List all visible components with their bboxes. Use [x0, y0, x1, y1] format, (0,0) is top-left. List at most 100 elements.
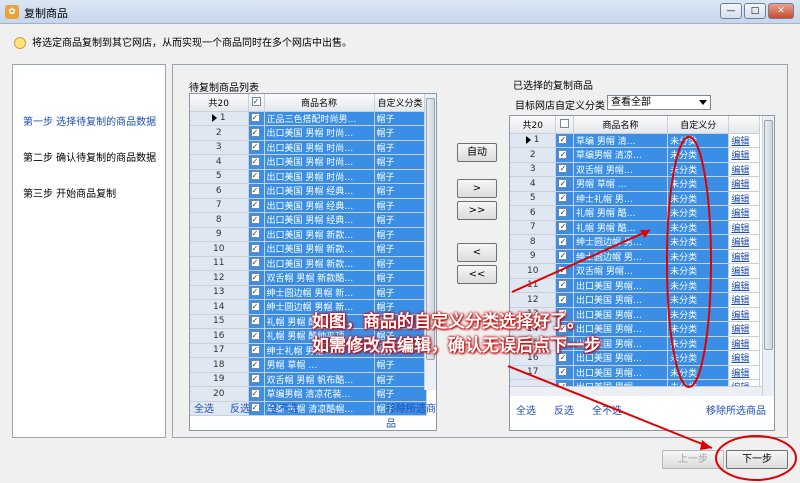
- edit-link[interactable]: 编辑: [728, 292, 760, 308]
- row-checkbox[interactable]: ✓: [555, 249, 574, 264]
- right-scroll-thumb[interactable]: [764, 120, 773, 350]
- row-checkbox[interactable]: ✓: [248, 227, 265, 242]
- table-row[interactable]: 9 ✓ 绅士圆边帽 男… 未分类 编辑: [510, 249, 760, 264]
- row-checkbox[interactable]: ✓: [248, 111, 265, 126]
- table-row[interactable]: 10 ✓ 出口美国 男帽 新款… 帽子: [190, 241, 427, 257]
- next-button[interactable]: 下一步: [726, 450, 788, 469]
- edit-link[interactable]: 编辑: [728, 176, 760, 192]
- table-row[interactable]: 1 ✓ 正品三色搭配时尚男… 帽子: [190, 111, 427, 126]
- edit-link-text[interactable]: 编辑: [731, 296, 749, 306]
- row-checkbox[interactable]: ✓: [248, 270, 265, 286]
- row-checkbox[interactable]: ✓: [555, 292, 574, 308]
- row-checkbox[interactable]: ✓: [248, 386, 265, 402]
- row-checkbox[interactable]: ✓: [555, 278, 574, 293]
- add-button[interactable]: >: [457, 179, 497, 198]
- table-row[interactable]: 10 ✓ 双舌帽 男帽… 未分类 编辑: [510, 263, 760, 279]
- edit-link[interactable]: 编辑: [728, 336, 760, 351]
- table-row[interactable]: 18 ✓ 男帽 草帽 … 帽子: [190, 357, 427, 373]
- edit-link[interactable]: 编辑: [728, 307, 760, 322]
- row-checkbox[interactable]: ✓: [555, 147, 574, 163]
- table-row[interactable]: 8 ✓ 出口美国 男帽 经典… 帽子: [190, 212, 427, 228]
- row-checkbox[interactable]: ✓: [248, 212, 265, 228]
- edit-link[interactable]: 编辑: [728, 321, 760, 337]
- edit-link-text[interactable]: 编辑: [731, 267, 749, 277]
- edit-link[interactable]: 编辑: [728, 205, 760, 221]
- row-checkbox[interactable]: ✓: [248, 198, 265, 213]
- left-select-all-link[interactable]: 全选: [194, 400, 214, 415]
- table-row[interactable]: 17 ✓ 出口美国 男帽… 未分类 编辑: [510, 365, 760, 380]
- table-row[interactable]: 4 ✓ 出口美国 男帽 时尚… 帽子: [190, 154, 427, 170]
- edit-link-text[interactable]: 编辑: [731, 195, 749, 205]
- close-button[interactable]: ✕: [768, 3, 794, 19]
- maximize-button[interactable]: □: [744, 3, 766, 19]
- row-checkbox[interactable]: ✓: [248, 401, 265, 416]
- table-row[interactable]: 2 ✓ 出口美国 男帽 时尚… 帽子: [190, 125, 427, 141]
- edit-link[interactable]: 编辑: [728, 133, 760, 148]
- row-checkbox[interactable]: ✓: [248, 256, 265, 271]
- row-checkbox[interactable]: ✓: [248, 125, 265, 141]
- select-all-checkbox[interactable]: ✓: [248, 94, 265, 112]
- edit-link[interactable]: 编辑: [728, 191, 760, 206]
- row-checkbox[interactable]: ✓: [248, 285, 265, 300]
- edit-link-text[interactable]: 编辑: [731, 253, 749, 263]
- left-remove-link[interactable]: 移除所选商品: [386, 400, 436, 430]
- remove-button[interactable]: <: [457, 243, 497, 262]
- table-row[interactable]: 11 ✓ 出口美国 男帽 新款… 帽子: [190, 256, 427, 271]
- right-select-all-link[interactable]: 全选: [516, 402, 536, 417]
- edit-link-text[interactable]: 编辑: [731, 340, 749, 350]
- minimize-button[interactable]: —: [720, 3, 742, 19]
- edit-link-text[interactable]: 编辑: [731, 369, 749, 379]
- edit-link-text[interactable]: 编辑: [731, 282, 749, 292]
- prev-button[interactable]: 上一步: [662, 450, 724, 469]
- edit-link[interactable]: 编辑: [728, 365, 760, 380]
- row-checkbox[interactable]: ✓: [248, 183, 265, 199]
- table-row[interactable]: 11 ✓ 出口美国 男帽… 未分类 编辑: [510, 278, 760, 293]
- row-checkbox[interactable]: ✓: [555, 234, 574, 250]
- auto-button[interactable]: 自动: [457, 143, 497, 162]
- edit-link[interactable]: 编辑: [728, 147, 760, 163]
- table-row[interactable]: 7 ✓ 出口美国 男帽 经典… 帽子: [190, 198, 427, 213]
- right-none-link[interactable]: 全不选: [592, 402, 622, 417]
- row-checkbox[interactable]: ✓: [555, 191, 574, 206]
- row-checkbox[interactable]: ✓: [555, 176, 574, 192]
- table-row[interactable]: 9 ✓ 出口美国 男帽 新款… 帽子: [190, 227, 427, 242]
- edit-link[interactable]: 编辑: [728, 162, 760, 177]
- edit-link-text[interactable]: 编辑: [731, 137, 749, 147]
- edit-link[interactable]: 编辑: [728, 220, 760, 235]
- row-checkbox[interactable]: ✓: [248, 169, 265, 184]
- row-checkbox[interactable]: ✓: [248, 343, 265, 358]
- right-scrollbar[interactable]: [762, 116, 774, 396]
- right-invert-link[interactable]: 反选: [554, 402, 574, 417]
- table-row[interactable]: 12 ✓ 出口美国 男帽… 未分类 编辑: [510, 292, 760, 308]
- table-row[interactable]: 13 ✓ 绅士圆边帽 男帽 新… 帽子: [190, 285, 427, 300]
- left-none-link[interactable]: 全不选: [268, 400, 298, 415]
- row-checkbox[interactable]: ✓: [555, 205, 574, 221]
- table-row[interactable]: 5 ✓ 绅士礼帽 男… 未分类 编辑: [510, 191, 760, 206]
- edit-link-text[interactable]: 编辑: [731, 311, 749, 321]
- row-checkbox[interactable]: ✓: [248, 154, 265, 170]
- row-checkbox[interactable]: ✓: [555, 220, 574, 235]
- edit-link[interactable]: 编辑: [728, 350, 760, 366]
- table-row[interactable]: 4 ✓ 男帽 草帽 … 未分类 编辑: [510, 176, 760, 192]
- right-select-all-checkbox[interactable]: [555, 116, 574, 134]
- row-checkbox[interactable]: ✓: [248, 357, 265, 373]
- table-row[interactable]: 12 ✓ 双舌帽 男帽 新款酷… 帽子: [190, 270, 427, 286]
- edit-link-text[interactable]: 编辑: [731, 151, 749, 161]
- table-row[interactable]: 3 ✓ 出口美国 男帽 时尚… 帽子: [190, 140, 427, 155]
- edit-link-text[interactable]: 编辑: [731, 238, 749, 248]
- table-row[interactable]: 6 ✓ 出口美国 男帽 经典… 帽子: [190, 183, 427, 199]
- edit-link[interactable]: 编辑: [728, 234, 760, 250]
- target-category-select[interactable]: 查看全部: [607, 95, 711, 110]
- row-checkbox[interactable]: ✓: [555, 133, 574, 148]
- edit-link[interactable]: 编辑: [728, 263, 760, 279]
- right-hscrollbar[interactable]: [510, 386, 762, 396]
- right-remove-link[interactable]: 移除所选商品: [706, 402, 766, 417]
- table-row[interactable]: 3 ✓ 双舌帽 男帽… 未分类 编辑: [510, 162, 760, 177]
- edit-link[interactable]: 编辑: [728, 278, 760, 293]
- row-checkbox[interactable]: ✓: [248, 140, 265, 155]
- table-row[interactable]: 2 ✓ 草编男帽 清凉… 未分类 编辑: [510, 147, 760, 163]
- edit-link-text[interactable]: 编辑: [731, 354, 749, 364]
- edit-link-text[interactable]: 编辑: [731, 209, 749, 219]
- row-checkbox[interactable]: ✓: [555, 365, 574, 380]
- table-row[interactable]: 5 ✓ 出口美国 男帽 时尚… 帽子: [190, 169, 427, 184]
